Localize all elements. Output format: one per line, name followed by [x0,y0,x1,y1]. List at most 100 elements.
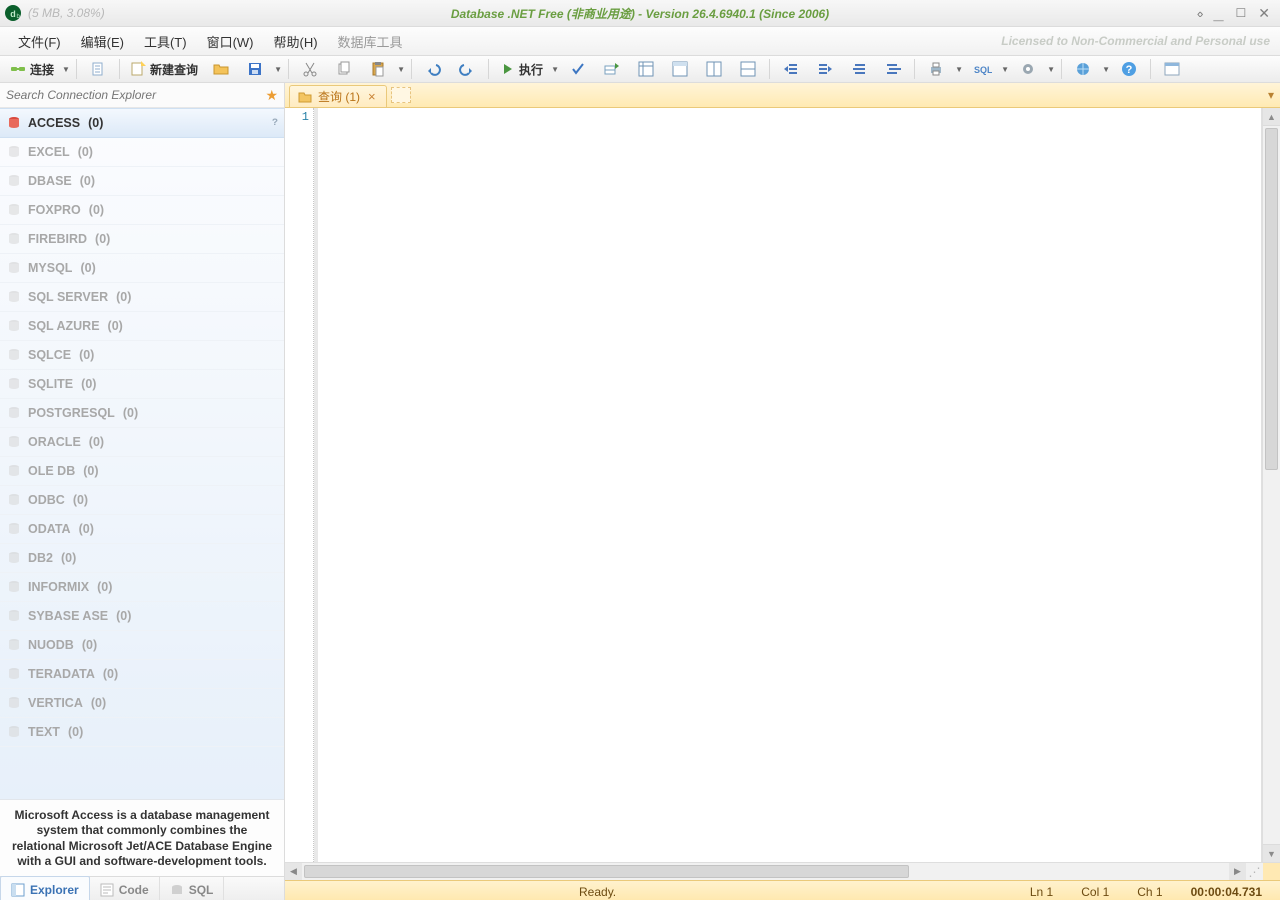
check-button[interactable] [563,57,593,81]
scroll-left-icon[interactable]: ◀ [285,863,302,880]
close-button[interactable]: ✕ [1258,5,1270,22]
tab-explorer[interactable]: Explorer [0,876,90,900]
format-a-button[interactable] [844,57,874,81]
grid-select-button[interactable] [597,57,627,81]
menu-window[interactable]: 窗口(W) [197,28,264,55]
vertical-scrollbar[interactable]: ▲ ▼ [1262,108,1280,862]
menu-edit[interactable]: 编辑(E) [71,28,134,55]
copy-button[interactable] [329,57,359,81]
svg-text:SQL: SQL [974,65,992,75]
conn-item-sqlce[interactable]: SQLCE (0) [0,341,284,370]
conn-item-access[interactable]: ACCESS (0)? [0,108,284,138]
settings-dropdown[interactable]: ▼ [1047,58,1055,80]
conn-item-sql-azure[interactable]: SQL AZURE (0) [0,312,284,341]
conn-item-odata[interactable]: ODATA (0) [0,515,284,544]
menu-dbtools[interactable]: 数据库工具 [328,28,413,55]
database-icon [6,608,22,624]
indent-button[interactable] [810,57,840,81]
conn-item-teradata[interactable]: TERADATA (0) [0,660,284,689]
save-button[interactable] [240,57,270,81]
conn-item-odbc[interactable]: ODBC (0) [0,486,284,515]
tool-d-button[interactable] [733,57,763,81]
refresh-button[interactable] [83,57,113,81]
printer-icon [928,61,944,77]
redo-button[interactable] [452,57,482,81]
conn-item-sqlite[interactable]: SQLITE (0) [0,370,284,399]
tab-sql[interactable]: SQL [160,877,225,900]
tool-a-button[interactable] [631,57,661,81]
sql-button[interactable]: SQL [967,57,997,81]
conn-item-label: SQL AZURE [28,319,100,333]
menu-tools[interactable]: 工具(T) [134,28,197,55]
scroll-up-icon[interactable]: ▲ [1263,108,1280,126]
tabstrip-menu[interactable]: ▾ [1262,83,1280,107]
search-input[interactable] [0,88,259,102]
conn-item-text[interactable]: TEXT (0) [0,718,284,747]
conn-item-ole-db[interactable]: OLE DB (0) [0,457,284,486]
conn-item-oracle[interactable]: ORACLE (0) [0,428,284,457]
horizontal-scrollbar[interactable]: ◀ ▶ ⋰ [285,862,1280,880]
connection-explorer: ★ ACCESS (0)?EXCEL (0)DBASE (0)FOXPRO (0… [0,83,285,900]
conn-item-count: (0) [97,580,112,594]
folder-open-icon [213,61,229,77]
new-query-button[interactable]: 新建查询 [126,57,202,81]
menu-file[interactable]: 文件(F) [8,28,71,55]
tool-c-button[interactable] [699,57,729,81]
connect-dropdown[interactable]: ▼ [62,58,70,80]
hscroll-thumb[interactable] [304,865,909,878]
print-dropdown[interactable]: ▼ [955,58,963,80]
undo-button[interactable] [418,57,448,81]
tab-close-button[interactable]: × [366,89,378,104]
conn-item-informix[interactable]: INFORMIX (0) [0,573,284,602]
conn-item-sql-server[interactable]: SQL SERVER (0) [0,283,284,312]
conn-item-db2[interactable]: DB2 (0) [0,544,284,573]
code-icon [100,883,114,897]
conn-item-postgresql[interactable]: POSTGRESQL (0) [0,399,284,428]
execute-dropdown[interactable]: ▼ [551,58,559,80]
conn-item-nuodb[interactable]: NUODB (0) [0,631,284,660]
help-button[interactable]: ? [1114,57,1144,81]
window-button[interactable] [1157,57,1187,81]
tool-b-button[interactable] [665,57,695,81]
svg-text:?: ? [1126,64,1133,76]
minimize-button[interactable]: _ [1213,9,1223,17]
maximize-button[interactable]: ☐ [1236,6,1247,20]
globe-button[interactable] [1068,57,1098,81]
conn-item-dbase[interactable]: DBASE (0) [0,167,284,196]
favorite-icon[interactable]: ★ [259,87,284,104]
vscroll-thumb[interactable] [1265,128,1278,470]
settings-button[interactable] [1013,57,1043,81]
conn-item-mysql[interactable]: MYSQL (0) [0,254,284,283]
tab-code[interactable]: Code [90,877,160,900]
connect-button[interactable]: 连接 [6,57,58,81]
restore-glyph-icon[interactable]: ‹› [1197,6,1202,21]
conn-item-foxpro[interactable]: FOXPRO (0) [0,196,284,225]
format-b-button[interactable] [878,57,908,81]
sql-dropdown[interactable]: ▼ [1001,58,1009,80]
editor-tab-query1[interactable]: 查询 (1) × [289,85,387,107]
execute-button[interactable]: 执行 [495,57,547,81]
table-c-icon [706,61,722,77]
paste-dropdown[interactable]: ▼ [397,58,405,80]
status-column: Col 1 [1081,885,1109,899]
editor-gutter: 1 [285,108,314,862]
outdent-button[interactable] [776,57,806,81]
open-button[interactable] [206,57,236,81]
conn-item-sybase-ase[interactable]: SYBASE ASE (0) [0,602,284,631]
cut-button[interactable] [295,57,325,81]
scroll-right-icon[interactable]: ▶ [1229,863,1246,880]
menu-help[interactable]: 帮助(H) [264,28,328,55]
code-editor[interactable] [318,108,1262,862]
save-dropdown[interactable]: ▼ [274,58,282,80]
conn-item-excel[interactable]: EXCEL (0) [0,138,284,167]
help-icon: ? [1121,61,1137,77]
new-tab-placeholder[interactable] [391,87,411,103]
sql-icon: SQL [974,61,990,77]
paste-button[interactable] [363,57,393,81]
print-button[interactable] [921,57,951,81]
resize-grip-icon[interactable]: ⋰ [1246,863,1263,880]
scroll-down-icon[interactable]: ▼ [1263,844,1280,862]
conn-item-firebird[interactable]: FIREBIRD (0) [0,225,284,254]
globe-dropdown[interactable]: ▼ [1102,58,1110,80]
conn-item-vertica[interactable]: VERTICA (0) [0,689,284,718]
